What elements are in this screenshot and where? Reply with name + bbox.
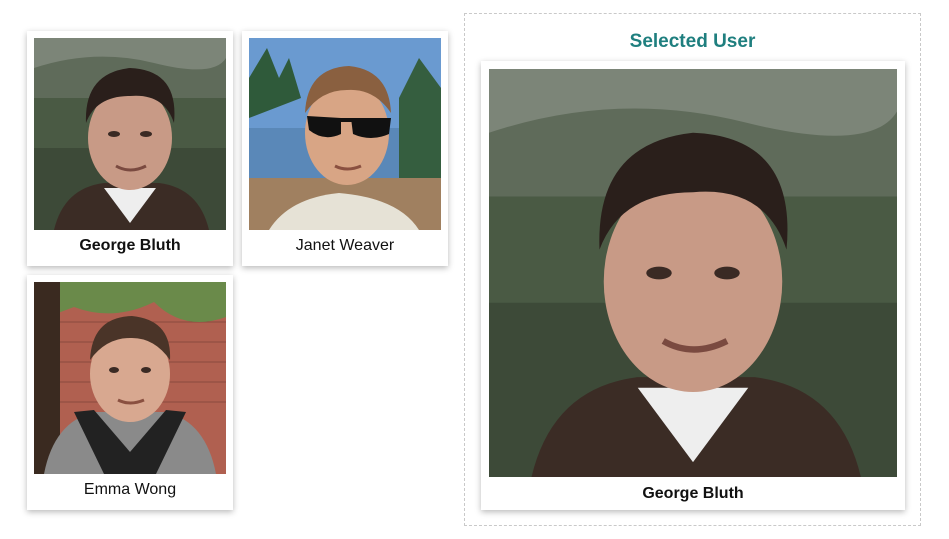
selected-user-name: George Bluth	[642, 485, 744, 502]
user-card-george-bluth[interactable]: George Bluth	[27, 31, 233, 266]
user-card-janet-weaver[interactable]: Janet Weaver	[242, 31, 448, 266]
user-name-label: Janet Weaver	[295, 237, 395, 254]
user-name-label: Emma Wong	[83, 481, 177, 498]
user-avatar-george-bluth	[34, 38, 226, 230]
selected-user-card: George Bluth	[481, 61, 905, 510]
selected-user-panel: Selected User George Bluth	[464, 13, 921, 526]
selected-user-title: Selected User	[629, 31, 756, 52]
user-avatar-janet-weaver	[249, 38, 441, 230]
user-name-label: George Bluth	[79, 237, 181, 254]
selected-user-avatar	[489, 69, 897, 477]
user-avatar-emma-wong	[34, 282, 226, 474]
user-card-emma-wong[interactable]: Emma Wong	[27, 275, 233, 510]
